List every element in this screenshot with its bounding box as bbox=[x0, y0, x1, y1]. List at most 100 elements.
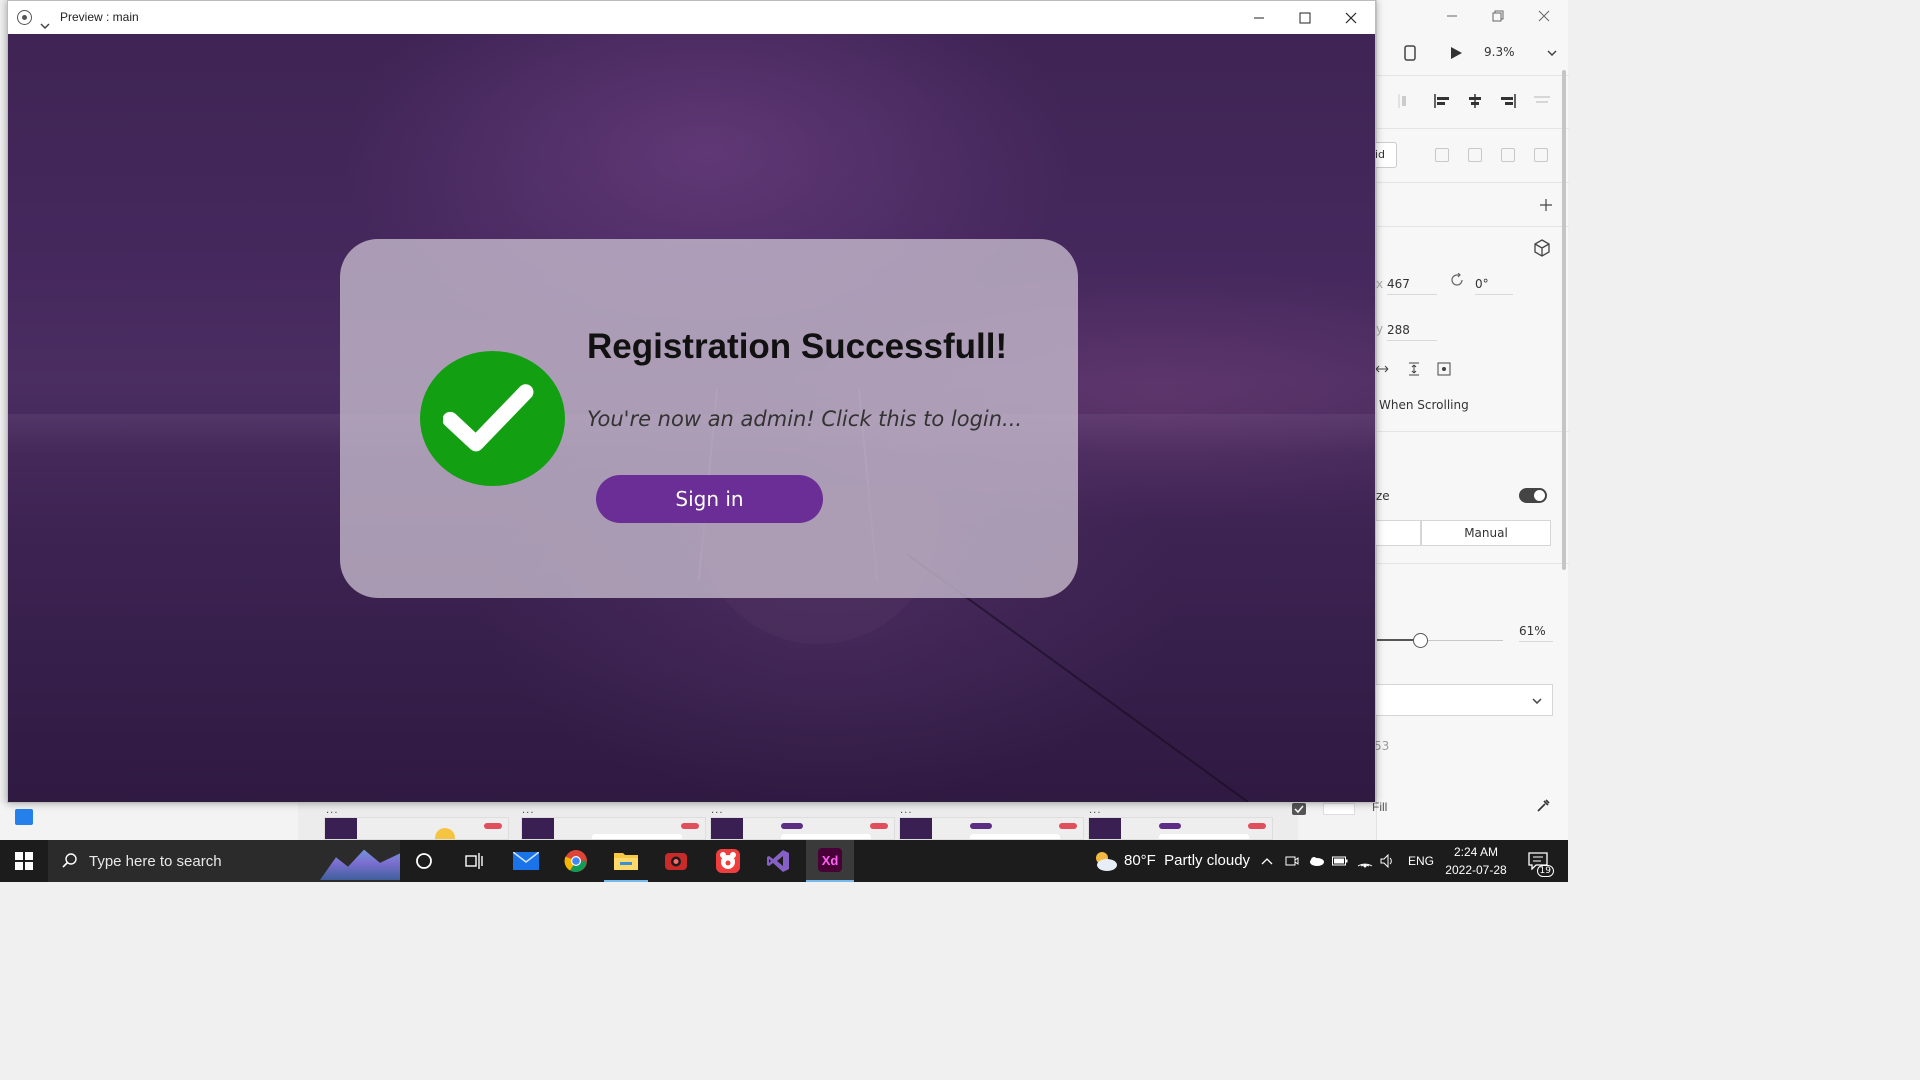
show-hidden-icons-button[interactable] bbox=[1258, 840, 1276, 882]
boolean-add-icon[interactable] bbox=[1435, 148, 1449, 162]
repeat-grid-button[interactable]: id bbox=[1373, 142, 1397, 168]
more-icon[interactable]: ... bbox=[1089, 805, 1102, 816]
taskbar-search[interactable]: Type here to search bbox=[48, 840, 400, 882]
preview-window: Preview : main Registration Successfull!… bbox=[7, 0, 1376, 803]
chrome-app[interactable] bbox=[554, 840, 598, 882]
artboard-thumbnail[interactable] bbox=[710, 817, 895, 840]
opacity-slider-thumb[interactable] bbox=[1413, 633, 1429, 648]
rotation-icon bbox=[1449, 272, 1465, 288]
maximize-icon bbox=[1299, 12, 1311, 23]
chevron-down-icon[interactable] bbox=[40, 14, 50, 33]
onedrive-icon[interactable] bbox=[1306, 840, 1326, 882]
auto-tab[interactable] bbox=[1375, 520, 1421, 546]
manual-tab[interactable]: Manual bbox=[1421, 520, 1551, 546]
blend-mode-dropdown[interactable] bbox=[1375, 684, 1553, 716]
more-icon[interactable]: ... bbox=[900, 805, 913, 816]
artboard-thumbnail[interactable] bbox=[324, 817, 509, 840]
weather-widget[interactable]: 80°F Partly cloudy bbox=[1090, 840, 1250, 882]
xd-close-button[interactable] bbox=[1529, 6, 1559, 26]
minimize-icon bbox=[1254, 17, 1264, 18]
3d-transform-button[interactable] bbox=[1531, 237, 1553, 259]
align-center-button[interactable] bbox=[1464, 90, 1486, 112]
fix-position-icon[interactable] bbox=[1435, 360, 1453, 378]
add-component-button[interactable] bbox=[1537, 196, 1555, 214]
xd-restore-button[interactable] bbox=[1483, 6, 1513, 26]
responsive-resize-toggle[interactable] bbox=[1519, 488, 1547, 503]
distribute-button[interactable] bbox=[1393, 90, 1415, 112]
maximize-button[interactable] bbox=[1282, 1, 1328, 34]
task-view-button[interactable] bbox=[454, 840, 494, 882]
y-position-field[interactable]: 288 bbox=[1387, 321, 1437, 341]
opacity-field[interactable]: 61% bbox=[1519, 622, 1553, 642]
close-button[interactable] bbox=[1328, 1, 1374, 34]
boolean-exclude-icon[interactable] bbox=[1534, 148, 1548, 162]
resize-vertical-icon[interactable] bbox=[1405, 360, 1423, 378]
eyedropper-button[interactable] bbox=[1533, 796, 1553, 816]
play-button[interactable] bbox=[1445, 42, 1467, 64]
red-app[interactable] bbox=[706, 840, 750, 882]
clock-time: 2:24 AM bbox=[1453, 845, 1499, 859]
task-view-icon bbox=[465, 853, 483, 869]
artboard-thumbnail[interactable] bbox=[521, 817, 706, 840]
artboard-thumbnail[interactable] bbox=[899, 817, 1084, 840]
adobe-xd-app[interactable]: Xd bbox=[806, 840, 854, 882]
mail-app[interactable] bbox=[504, 840, 548, 882]
align-left-button[interactable] bbox=[1431, 90, 1453, 112]
search-icon bbox=[62, 853, 77, 868]
size-value[interactable]: 53 bbox=[1374, 739, 1389, 753]
visual-studio-app[interactable] bbox=[756, 840, 800, 882]
preview-titlebar: Preview : main bbox=[8, 1, 1375, 34]
more-icon[interactable]: ... bbox=[711, 805, 724, 816]
responsive-resize-label: ze bbox=[1376, 489, 1390, 503]
minimize-button[interactable] bbox=[1236, 1, 1282, 34]
visual-studio-icon bbox=[767, 850, 789, 872]
cortana-button[interactable] bbox=[404, 840, 444, 882]
check-circle-icon bbox=[420, 351, 565, 486]
volume-icon[interactable] bbox=[1378, 840, 1398, 882]
xd-artboard-strip: ... ... ... ... ... bbox=[0, 803, 1376, 840]
clock[interactable]: 2:24 AM 2022-07-28 bbox=[1440, 843, 1512, 879]
screen-recorder-app[interactable] bbox=[654, 840, 698, 882]
artboard-thumbnails: ... ... ... ... ... bbox=[298, 803, 1298, 840]
close-icon bbox=[1538, 10, 1550, 22]
chevron-down-icon bbox=[1532, 698, 1542, 704]
fill-swatch[interactable] bbox=[1323, 803, 1355, 815]
language-indicator[interactable]: ENG bbox=[1408, 854, 1434, 868]
boolean-intersect-icon[interactable] bbox=[1501, 148, 1515, 162]
adobe-xd-logo-text: Xd bbox=[821, 852, 839, 868]
rotation-field[interactable]: 0° bbox=[1475, 275, 1513, 295]
meet-now-icon[interactable] bbox=[1282, 840, 1302, 882]
plugins-icon[interactable] bbox=[15, 809, 33, 825]
x-position-field[interactable]: 467 bbox=[1387, 275, 1437, 295]
eyedropper-icon bbox=[1537, 799, 1550, 812]
zoom-dropdown-button[interactable] bbox=[1543, 44, 1561, 62]
fill-checkbox[interactable] bbox=[1292, 803, 1306, 815]
fixed-when-scrolling-label: When Scrolling bbox=[1379, 398, 1469, 412]
notification-center-button[interactable]: 19 bbox=[1520, 840, 1556, 882]
preview-artboard: Registration Successfull! You're now an … bbox=[8, 34, 1375, 802]
more-icon[interactable]: ... bbox=[522, 805, 535, 816]
battery-icon[interactable] bbox=[1330, 840, 1350, 882]
folder-icon bbox=[614, 853, 638, 870]
align-right-button[interactable] bbox=[1497, 90, 1519, 112]
plus-icon bbox=[1540, 199, 1552, 211]
chrome-icon bbox=[564, 850, 587, 872]
align-right-icon bbox=[1501, 94, 1516, 108]
search-placeholder: Type here to search bbox=[89, 852, 222, 870]
dialog-message[interactable]: You're now an admin! Click this to login… bbox=[587, 407, 1022, 431]
wifi-icon[interactable] bbox=[1355, 840, 1375, 882]
start-button[interactable] bbox=[0, 840, 48, 882]
close-icon bbox=[1345, 12, 1357, 23]
artboard-thumbnail[interactable] bbox=[1088, 817, 1273, 840]
file-explorer-app[interactable] bbox=[604, 840, 648, 882]
sign-in-button[interactable]: Sign in bbox=[596, 475, 823, 523]
boolean-subtract-icon[interactable] bbox=[1468, 148, 1482, 162]
align-top-button[interactable] bbox=[1531, 90, 1553, 112]
record-icon[interactable] bbox=[17, 10, 32, 25]
zoom-level[interactable]: 9.3% bbox=[1484, 45, 1515, 59]
xd-minimize-button[interactable] bbox=[1437, 6, 1467, 26]
device-preview-button[interactable] bbox=[1399, 42, 1421, 64]
distribute-icon bbox=[1398, 94, 1406, 108]
panel-scrollbar[interactable] bbox=[1562, 70, 1566, 570]
more-icon[interactable]: ... bbox=[326, 805, 339, 816]
